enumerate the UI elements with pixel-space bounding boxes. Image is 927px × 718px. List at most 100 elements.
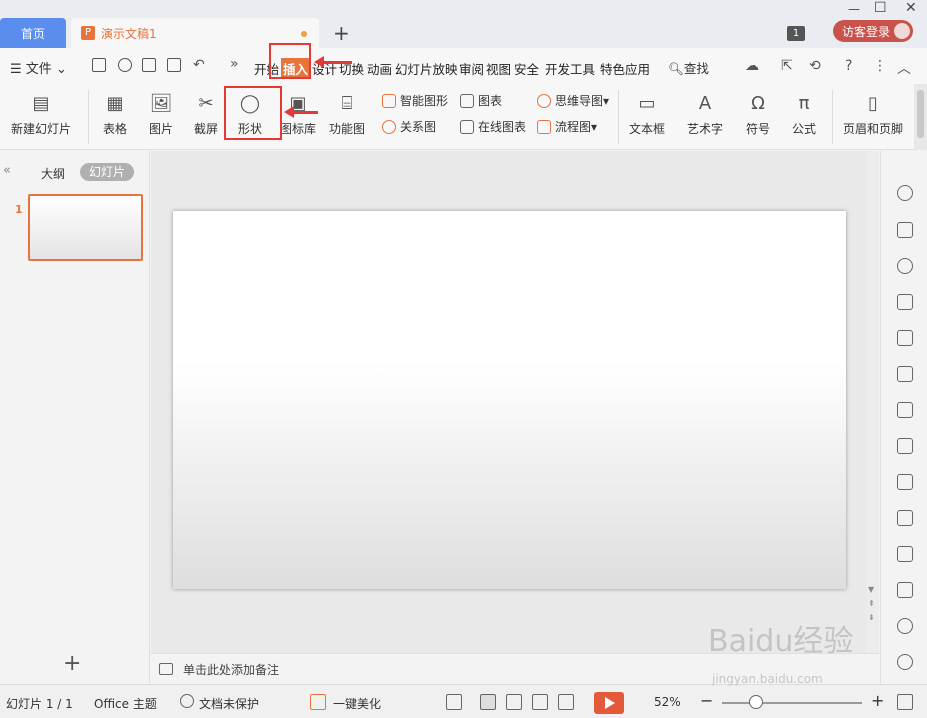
fit-window-icon[interactable] [897, 694, 913, 710]
mindmap-button[interactable]: 思维导图 ▾ [537, 92, 609, 109]
search-button[interactable]: 🔍︎查找 [668, 58, 709, 77]
ribbon: ▤ 新建幻灯片 ▦ 表格 🖼︎ 图片 ✂ 截屏 ◯ 形状 ▣ 图标库 ⌸ 功能图… [0, 84, 914, 150]
picture-button[interactable]: 🖼︎ 图片 [143, 84, 179, 137]
zoom-out-icon[interactable]: − [700, 691, 713, 710]
bar-chart-icon[interactable] [897, 402, 913, 418]
undo-icon[interactable]: ↶ [193, 57, 205, 73]
arrow-to-shape-button [284, 106, 318, 118]
normal-view-icon[interactable] [480, 694, 496, 710]
scroll-thumb[interactable] [917, 90, 924, 138]
speaker-icon[interactable] [897, 618, 913, 634]
export-icon[interactable] [118, 58, 132, 72]
table-icon[interactable] [897, 330, 913, 346]
help-icon[interactable]: ? [845, 58, 852, 74]
preview-icon[interactable] [167, 58, 181, 72]
smart-shape-button[interactable]: 智能图形 [382, 92, 448, 109]
tab-home[interactable]: 首页 [0, 18, 66, 48]
protection-status[interactable]: 文档未保护 [199, 695, 259, 712]
star-icon[interactable] [897, 185, 913, 201]
online-chart-button[interactable]: 在线图表 [460, 118, 526, 135]
copy-icon[interactable] [897, 222, 913, 238]
window-count-badge[interactable]: 1 [787, 26, 805, 41]
function-chart-button[interactable]: ⌸ 功能图 [325, 84, 369, 137]
file-label: 文件 [25, 62, 52, 77]
sliders-icon[interactable] [897, 438, 913, 454]
maximize-icon[interactable]: ☐ [874, 0, 887, 16]
canvas-scrollbar[interactable]: ▼ ⇞ ⇟ [866, 151, 879, 653]
file-menu[interactable]: ☰ 文件 ⌄ [10, 58, 67, 77]
layers-icon[interactable] [897, 294, 913, 310]
symbol-button[interactable]: Ω 符号 [740, 84, 776, 137]
collapse-panel-icon[interactable]: « [3, 163, 11, 178]
play-slideshow-button[interactable] [594, 692, 624, 714]
flowchart-button[interactable]: 流程图 ▾ [537, 118, 597, 135]
tab-outline[interactable]: 大纲 [41, 165, 65, 182]
table-label: 表格 [102, 122, 127, 136]
new-tab-button[interactable]: + [333, 22, 350, 44]
login-button[interactable]: 访客登录 [833, 20, 913, 42]
arrow-to-insert-tab [314, 56, 352, 68]
gallery-icon[interactable] [897, 474, 913, 490]
share-icon[interactable] [897, 510, 913, 526]
new-slide-button[interactable]: ▤ 新建幻灯片 [6, 84, 76, 137]
presenter-view-icon[interactable] [558, 694, 574, 710]
flowchart-label: 流程图 [555, 120, 592, 134]
login-label: 访客登录 [842, 24, 891, 39]
tab-security[interactable]: 安全 [514, 59, 539, 78]
image-icon[interactable] [897, 582, 913, 598]
close-icon[interactable]: ✕ [905, 0, 917, 16]
sorter-view-icon[interactable] [506, 694, 522, 710]
formula-button[interactable]: π 公式 [785, 84, 823, 137]
shield-icon[interactable] [897, 654, 913, 670]
chart-button[interactable]: 图表 [460, 92, 502, 109]
more-tabs-icon[interactable]: » [230, 56, 239, 72]
new-slide-label: 新建幻灯片 [10, 122, 71, 136]
archive-icon[interactable] [897, 546, 913, 562]
collapse-ribbon-icon[interactable]: ︿ [897, 58, 911, 78]
reading-view-icon[interactable] [532, 694, 548, 710]
pi-icon: π [798, 92, 810, 114]
tab-view[interactable]: 视图 [486, 59, 511, 78]
zoom-slider-handle[interactable] [749, 695, 763, 709]
editing-canvas [151, 151, 879, 653]
add-slide-button[interactable]: + [63, 651, 81, 676]
sync-icon[interactable]: ⟲ [809, 58, 821, 74]
grid-icon[interactable] [897, 366, 913, 382]
function-chart-label: 功能图 [328, 122, 365, 136]
screenshot-label: 截屏 [193, 122, 218, 136]
slide-thumbnail[interactable] [28, 194, 143, 261]
textbox-button[interactable]: ▭ 文本框 [624, 84, 670, 137]
tab-slideshow[interactable]: 幻灯片放映 [395, 59, 458, 78]
cloud-icon[interactable]: ☁ [745, 58, 759, 74]
zoom-slider[interactable] [722, 702, 862, 704]
prev-slide-icon[interactable]: ⇞ [868, 599, 875, 608]
wordart-button[interactable]: A 艺术字 [682, 84, 728, 137]
header-footer-button[interactable]: ▯ 页眉和页脚 [841, 84, 905, 137]
print-icon[interactable] [142, 58, 156, 72]
relation-chart-button[interactable]: 关系图 [382, 118, 436, 135]
more-options-icon[interactable]: ⋮ [873, 58, 887, 74]
divider [88, 90, 89, 144]
screenshot-button[interactable]: ✂ 截屏 [188, 84, 224, 137]
right-sidebar [880, 151, 927, 684]
beautify-button[interactable]: 一键美化 [333, 695, 381, 712]
tab-developer[interactable]: 开发工具 [545, 59, 595, 78]
theme-name[interactable]: Office 主题 [94, 695, 157, 712]
share-icon[interactable]: ⇱ [781, 58, 793, 74]
zoom-level[interactable]: 52% [654, 695, 681, 709]
save-icon[interactable] [92, 58, 106, 72]
tab-features[interactable]: 特色应用 [600, 59, 650, 78]
minimize-icon[interactable]: — [848, 2, 860, 16]
scroll-down-icon[interactable]: ▼ [868, 585, 874, 594]
notes-toggle-icon[interactable] [446, 694, 462, 710]
notes-icon [159, 663, 173, 675]
next-slide-icon[interactable]: ⇟ [868, 613, 875, 622]
zoom-in-icon[interactable]: + [871, 691, 884, 710]
slide[interactable] [173, 211, 846, 589]
table-button[interactable]: ▦ 表格 [96, 84, 134, 137]
tab-slides[interactable]: 幻灯片 [80, 163, 134, 181]
shapes-icon[interactable] [897, 258, 913, 274]
tab-review[interactable]: 审阅 [459, 59, 484, 78]
tab-animation[interactable]: 动画 [367, 59, 392, 78]
ribbon-scrollbar[interactable] [914, 84, 927, 150]
